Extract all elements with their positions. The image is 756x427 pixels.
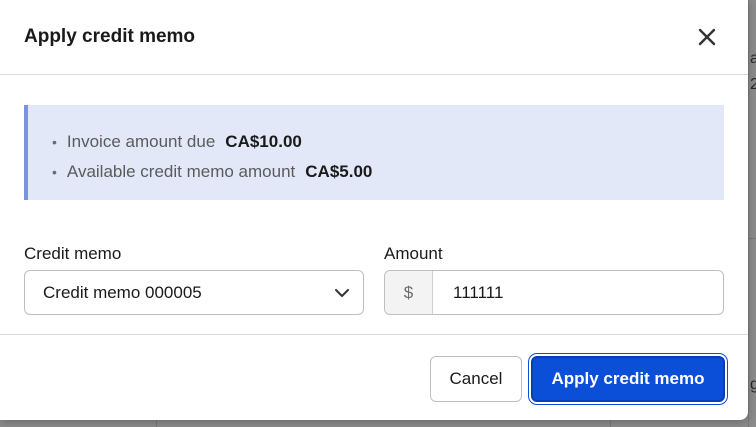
apply-credit-memo-dialog: Apply credit memo • Invoice amount due C… [0, 0, 748, 420]
close-icon [698, 28, 716, 46]
invoice-amount-due-value: CA$10.00 [225, 132, 302, 151]
info-list: • Invoice amount due CA$10.00 • Availabl… [52, 127, 372, 187]
background-divider [748, 238, 756, 239]
invoice-amount-due-label: Invoice amount due [66, 132, 216, 151]
chevron-down-icon [335, 289, 349, 297]
background-divider [156, 420, 157, 427]
amount-field: $ [384, 270, 724, 315]
list-item: • Invoice amount due CA$10.00 [52, 127, 372, 157]
background-text: 2 [750, 76, 756, 93]
amount-input[interactable] [433, 271, 719, 314]
dialog-title: Apply credit memo [24, 26, 196, 47]
background-divider [610, 420, 611, 427]
currency-prefix: $ [385, 271, 433, 314]
available-credit-value: CA$5.00 [305, 162, 373, 181]
amount-label: Amount [384, 244, 443, 263]
cancel-button[interactable]: Cancel [430, 356, 522, 402]
credit-memo-label: Credit memo [24, 244, 122, 263]
background-text: g [750, 376, 756, 393]
background-divider [748, 0, 749, 427]
credit-memo-selected-value: Credit memo 000005 [43, 283, 202, 302]
bullet-icon: • [52, 134, 57, 150]
background-text: at [750, 50, 756, 67]
bullet-icon: • [52, 164, 57, 180]
apply-credit-memo-button[interactable]: Apply credit memo [531, 356, 725, 402]
list-item: • Available credit memo amount CA$5.00 [52, 157, 372, 187]
info-banner: • Invoice amount due CA$10.00 • Availabl… [24, 105, 724, 200]
close-button[interactable] [692, 22, 722, 52]
available-credit-label: Available credit memo amount [66, 162, 296, 181]
dialog-header: Apply credit memo [0, 0, 748, 75]
footer-divider [0, 334, 748, 335]
credit-memo-select[interactable]: Credit memo 000005 [24, 270, 364, 315]
